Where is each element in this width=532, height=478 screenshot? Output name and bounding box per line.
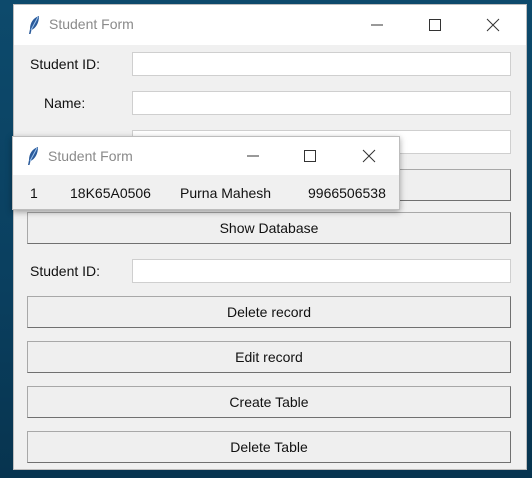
record-student-id: 18K65A0506 — [70, 185, 151, 201]
minimize-icon — [371, 24, 383, 26]
student-form-window: Student Form Student ID: Name: Show Data… — [13, 4, 527, 470]
title-bar[interactable]: Student Form — [14, 5, 526, 45]
delete-record-button[interactable]: Delete record — [27, 296, 511, 328]
maximize-button[interactable] — [412, 5, 458, 45]
name-input[interactable] — [132, 91, 511, 115]
popup-close-button[interactable] — [346, 137, 392, 175]
record-name: Purna Mahesh — [180, 185, 272, 201]
maximize-icon — [304, 150, 316, 162]
student-id-label: Student ID: — [30, 56, 101, 72]
delete-table-button[interactable]: Delete Table — [27, 431, 511, 463]
edit-record-button[interactable]: Edit record — [27, 341, 511, 373]
close-icon — [486, 18, 500, 32]
close-icon — [362, 149, 376, 163]
delete-student-id-input[interactable] — [132, 259, 511, 283]
popup-minimize-button[interactable] — [230, 137, 276, 175]
maximize-icon — [429, 19, 441, 31]
show-database-button[interactable]: Show Database — [27, 212, 511, 244]
popup-title-bar[interactable]: Student Form — [13, 137, 399, 175]
create-table-button[interactable]: Create Table — [27, 386, 511, 418]
minimize-icon — [247, 155, 259, 157]
close-button[interactable] — [470, 5, 516, 45]
name-label: Name: — [44, 95, 86, 111]
record-index: 1 — [30, 185, 38, 201]
minimize-button[interactable] — [354, 5, 400, 45]
delete-student-id-label: Student ID: — [30, 263, 101, 279]
record-phone: 9966506538 — [308, 185, 386, 201]
popup-window-title: Student Form — [48, 148, 133, 164]
popup-maximize-button[interactable] — [287, 137, 333, 175]
window-title: Student Form — [49, 16, 134, 32]
feather-icon — [29, 16, 39, 34]
feather-icon — [28, 147, 38, 165]
student-id-input[interactable] — [132, 52, 511, 76]
database-popup-window: Student Form 1 18K65A0506 Purna Mahesh 9… — [12, 136, 400, 210]
